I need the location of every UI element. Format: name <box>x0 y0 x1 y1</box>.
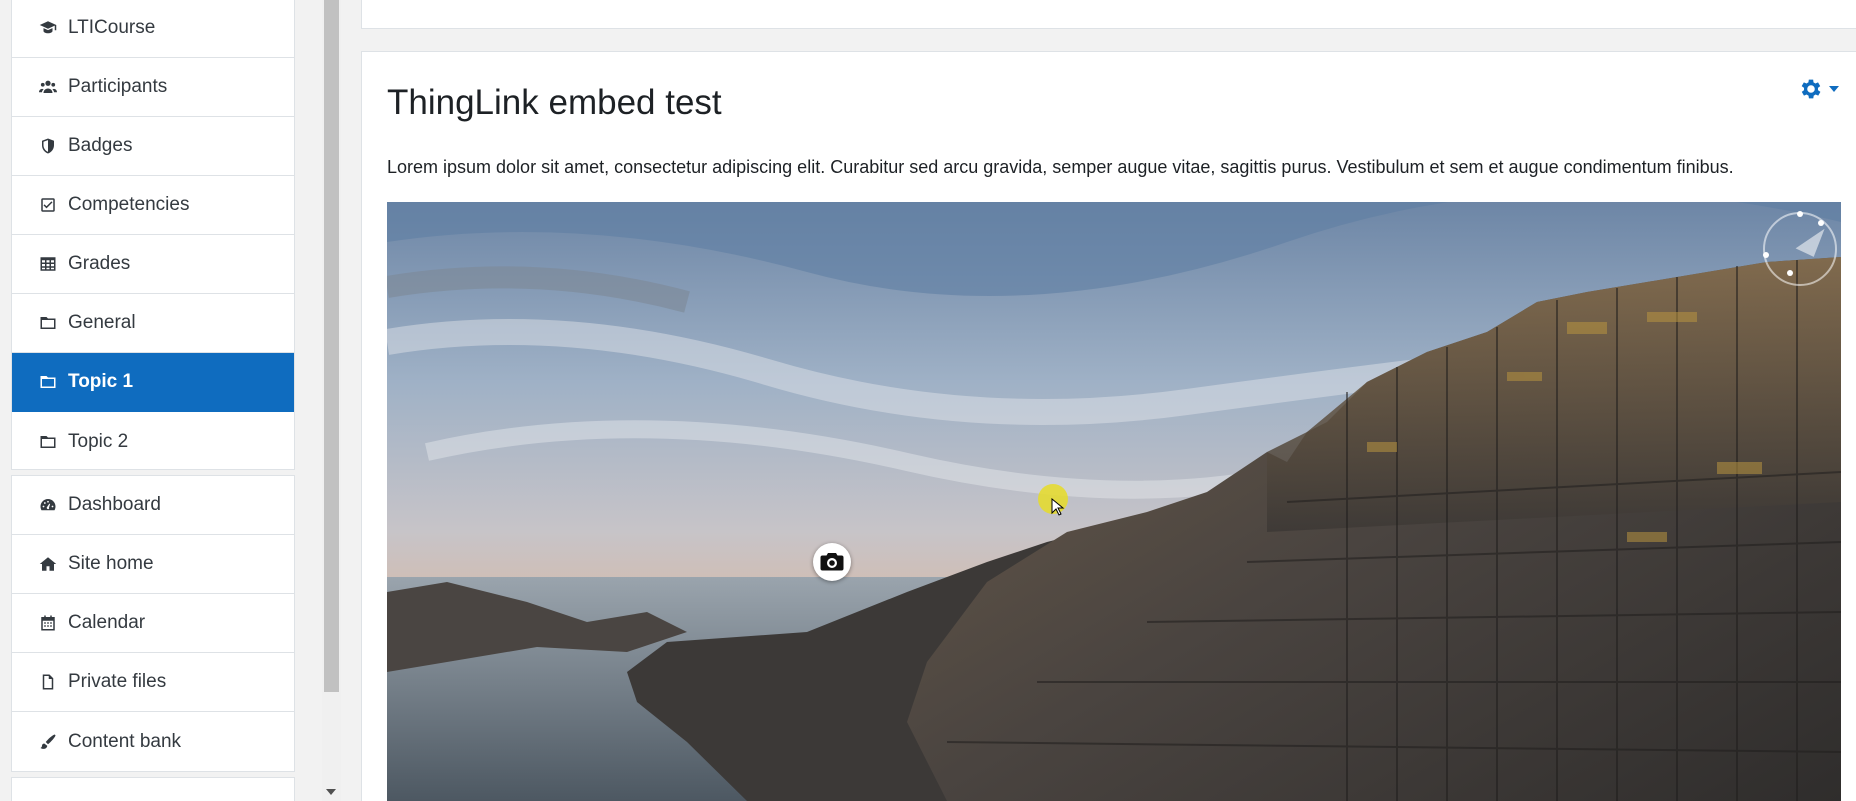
previous-section-card <box>361 0 1856 29</box>
intro-text: Lorem ipsum dolor sit amet, consectetur … <box>387 157 1734 177</box>
drawer-scrollbar[interactable] <box>322 0 341 801</box>
camera-hotspot-button[interactable] <box>813 543 851 581</box>
nav-item-label: Topic 1 <box>68 371 134 392</box>
nav-item-calendar[interactable]: Calendar <box>12 594 294 653</box>
camera-icon <box>820 553 844 571</box>
nav-item-label: Participants <box>68 76 168 97</box>
course-nav-group: LTICourse Participants Badges Competenci… <box>11 0 295 470</box>
nav-item-badges[interactable]: Badges <box>12 117 294 176</box>
nav-item-label: Content bank <box>68 730 182 752</box>
nav-item-label: Topic 2 <box>68 430 129 452</box>
nav-item-private-files[interactable]: Private files <box>12 653 294 712</box>
nav-item-label: Grades <box>68 253 131 274</box>
folder-icon <box>38 313 58 333</box>
folder-icon <box>38 372 58 392</box>
chevron-down-icon <box>1829 86 1839 92</box>
nav-item-label: LTICourse <box>68 17 156 38</box>
nav-item-label: Competencies <box>68 194 190 215</box>
thinglink-embed[interactable] <box>387 202 1841 801</box>
scrollbar-thumb[interactable] <box>324 0 339 692</box>
nav-item-dashboard[interactable]: Dashboard <box>12 476 294 535</box>
admin-nav-group <box>11 777 295 801</box>
folder-icon <box>38 432 58 452</box>
check-square-icon <box>38 195 58 215</box>
nav-item-label: Private files <box>68 671 167 692</box>
nav-item-participants[interactable]: Participants <box>12 58 294 117</box>
dashboard-icon <box>38 495 58 515</box>
nav-item-label: Badges <box>68 135 133 156</box>
home-icon <box>38 554 58 574</box>
settings-menu-button[interactable] <box>1798 74 1842 104</box>
nav-drawer: LTICourse Participants Badges Competenci… <box>0 0 341 801</box>
page: LTICourse Participants Badges Competenci… <box>0 0 1856 801</box>
nav-item-label: Dashboard <box>68 494 161 515</box>
nav-item-grades[interactable]: Grades <box>12 235 294 294</box>
page-title: ThingLink embed test <box>387 83 722 122</box>
file-icon <box>38 672 58 692</box>
mouse-pointer-icon <box>1051 498 1065 516</box>
calendar-icon <box>38 613 58 633</box>
nav-item-label: General <box>68 312 136 333</box>
table-icon <box>38 254 58 274</box>
nav-item-label: Site home <box>68 553 154 574</box>
nav-item-general[interactable]: General <box>12 294 294 353</box>
nav-item-competencies[interactable]: Competencies <box>12 176 294 235</box>
nav-item-content-bank[interactable]: Content bank <box>12 712 294 771</box>
scroll-down-arrow-icon[interactable] <box>326 789 336 795</box>
nav-item-site-home[interactable]: Site home <box>12 535 294 594</box>
paint-brush-icon <box>38 732 58 752</box>
nav-item-label: Calendar <box>68 612 146 633</box>
main-region: ThingLink embed test Lorem ipsum dolor s… <box>341 0 1856 801</box>
nav-item-lticourse[interactable]: LTICourse <box>12 0 294 58</box>
gear-icon <box>1801 79 1821 99</box>
graduation-cap-icon <box>38 18 58 38</box>
site-nav-group: Dashboard Site home Calendar Private fil… <box>11 475 295 772</box>
shield-icon <box>38 136 58 156</box>
nav-item-topic-2[interactable]: Topic 2 <box>12 412 294 471</box>
users-icon <box>38 77 58 97</box>
panorama-image <box>387 202 1841 801</box>
nav-item-topic-1[interactable]: Topic 1 <box>12 353 294 412</box>
compass-icon[interactable] <box>1763 211 1837 286</box>
